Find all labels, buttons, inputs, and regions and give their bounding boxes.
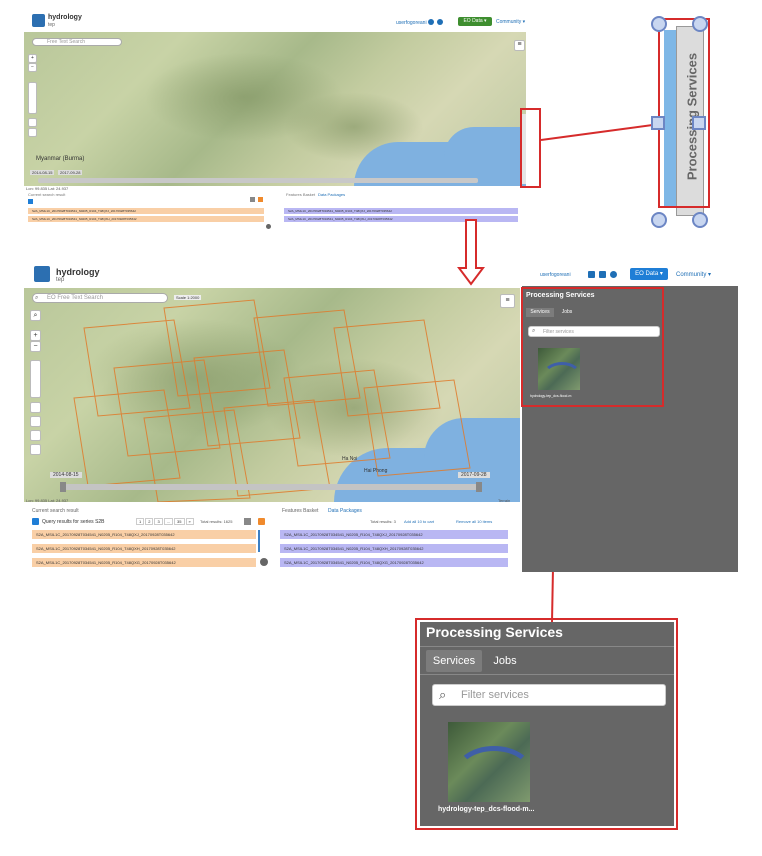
eo-data-menu[interactable]: EO Data ▾: [630, 268, 668, 280]
timeline-start-label: 2014-08-15: [50, 472, 82, 478]
timeline-end-label: 2017-09-28: [458, 472, 490, 478]
resize-handle[interactable]: [651, 16, 667, 32]
search-input[interactable]: EO Free Text Search: [32, 293, 168, 303]
resize-handle[interactable]: [651, 116, 665, 130]
share-icon[interactable]: [599, 271, 606, 278]
add-all-to-cart[interactable]: Add all 10 to cart: [404, 519, 434, 524]
help-icon[interactable]: [610, 271, 617, 278]
coords-readout: Lon: 99.835 Lat: 24.937: [26, 498, 69, 503]
results-scrollbar[interactable]: [258, 530, 260, 552]
list-view-button[interactable]: [244, 518, 251, 525]
timeline-bar[interactable]: [64, 484, 480, 490]
resize-handle[interactable]: [692, 212, 708, 228]
page-button[interactable]: 2: [145, 518, 154, 525]
result-row[interactable]: S2A_MSIL1C_20170928T034541_N0205_R104_T4…: [32, 558, 256, 567]
draw-tools[interactable]: [30, 360, 41, 398]
place-label: Hai Phong: [364, 468, 388, 474]
page-button[interactable]: 1: [136, 518, 145, 525]
highlight-processing-zoom: [415, 618, 678, 830]
query-label: Query results for series S2B: [42, 519, 105, 525]
total-results: Total results: 1625: [200, 519, 233, 524]
page-button[interactable]: »: [185, 518, 194, 525]
page-button[interactable]: 3: [154, 518, 163, 525]
map-tool-button[interactable]: [30, 444, 41, 455]
community-menu[interactable]: Community ▾: [676, 271, 711, 278]
results-header: Current search result: [32, 508, 79, 514]
result-row[interactable]: S2A_MSIL1C_20170928T034541_N0205_R104_T4…: [32, 544, 256, 553]
map-tool-button[interactable]: [30, 430, 41, 441]
result-row[interactable]: S2A_MSIL1C_20170928T034541_N0205_R104_T4…: [32, 530, 256, 539]
map-tool-button[interactable]: [30, 402, 41, 413]
data-packages-tab[interactable]: Data Packages: [328, 508, 362, 514]
basket-row[interactable]: S2A_MSIL1C_20170928T034541_N0205_R104_T4…: [280, 530, 508, 539]
footprints-overlay[interactable]: [24, 288, 520, 502]
map-tool-button[interactable]: [30, 416, 41, 427]
settings-icon[interactable]: [260, 558, 268, 566]
map-view[interactable]: EO Free Text Search ⌕ Scale 1:2000 ≡ ⌕ +…: [24, 288, 520, 502]
page-button[interactable]: 35: [174, 518, 185, 525]
results-icon: [32, 518, 39, 525]
cart-icon[interactable]: [588, 271, 595, 278]
page-button[interactable]: ...: [163, 518, 174, 525]
zoom-out-button[interactable]: −: [30, 341, 41, 352]
basket-row[interactable]: S2A_MSIL1C_20170928T034541_N0205_R104_T4…: [280, 544, 508, 553]
highlight-processing-panel: [521, 287, 664, 407]
orange-toggle[interactable]: [258, 518, 265, 525]
user-link[interactable]: userfogoreani: [540, 272, 571, 278]
search-map-button[interactable]: ⌕: [30, 310, 41, 321]
highlight-vertical-tab-zoom: [658, 18, 710, 208]
zoom-in-button[interactable]: +: [30, 330, 41, 341]
resize-handle[interactable]: [692, 116, 706, 130]
place-label: Ha Noi: [342, 456, 358, 462]
remove-all-items[interactable]: Remove all 10 items: [456, 519, 492, 524]
app-title: hydrology: [56, 267, 100, 277]
resize-handle[interactable]: [651, 212, 667, 228]
features-basket-tab[interactable]: Features Basket: [282, 508, 318, 514]
basket-row[interactable]: S2A_MSIL1C_20170928T034541_N0205_R104_T4…: [280, 558, 508, 567]
pagination[interactable]: 1 2 3 ... 35 »: [136, 518, 194, 525]
timeline-handle-end[interactable]: [476, 482, 482, 492]
basket-total: Total results: 3: [370, 519, 396, 524]
scale-badge: Scale 1:2000: [174, 295, 202, 300]
app-logo[interactable]: [34, 266, 50, 282]
resize-handle[interactable]: [692, 16, 708, 32]
layers-icon[interactable]: ≡: [500, 294, 515, 308]
map-attribution: Terrain: [498, 498, 511, 503]
timeline-handle-start[interactable]: [60, 482, 66, 492]
app-subtitle: tep: [56, 277, 65, 283]
search-icon: ⌕: [35, 295, 39, 301]
